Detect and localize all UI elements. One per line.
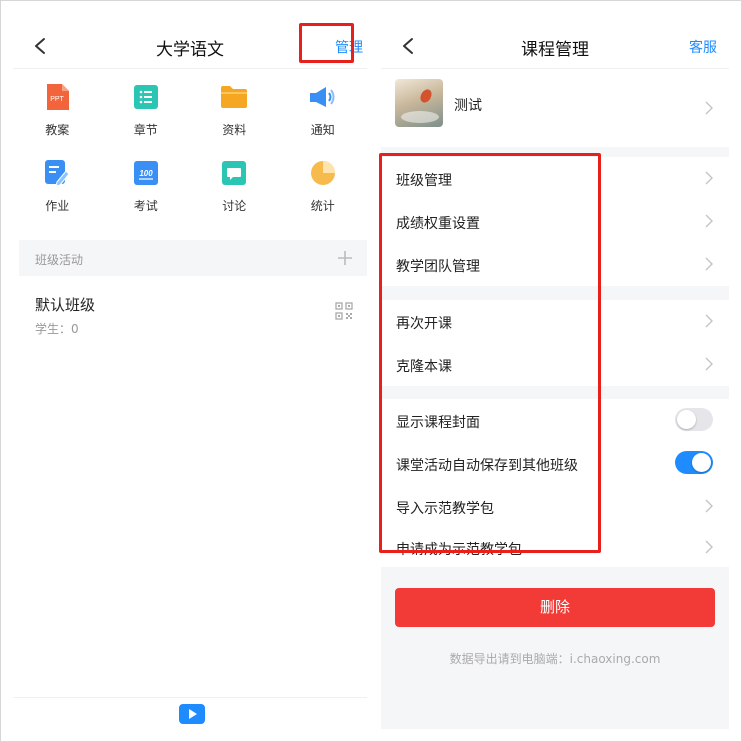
grid-item-materials[interactable]: 资料 — [190, 83, 279, 143]
course-name: 测试 — [454, 98, 482, 114]
chevron-right-icon — [705, 214, 713, 228]
class-activities-header: 班级活动 — [19, 240, 367, 276]
section-title: 班级活动 — [35, 253, 84, 267]
manage-button[interactable]: 管理 — [335, 37, 363, 57]
row-reopen-course[interactable]: 再次开课 — [381, 300, 729, 343]
grid-label: 作业 — [45, 199, 70, 213]
course-card[interactable]: 测试 — [381, 69, 729, 147]
grid-label: 通知 — [310, 123, 335, 137]
plus-icon[interactable] — [335, 248, 355, 268]
grid-label: 教案 — [45, 123, 70, 137]
show-cover-toggle[interactable] — [675, 408, 713, 431]
row-teaching-team[interactable]: 教学团队管理 — [381, 243, 729, 286]
chevron-right-icon — [705, 101, 713, 115]
bottom-bar — [13, 697, 367, 729]
course-management-screen: 课程管理 客服 测试 班级管理 成绩权重设置 教学团队管理 再次开课 克隆本课 … — [381, 11, 729, 729]
student-count: 学生：0 — [35, 322, 79, 336]
qr-code-icon[interactable] — [335, 302, 353, 320]
row-label: 申请成为示范教学包 — [396, 542, 522, 558]
class-list-item[interactable]: 默认班级 学生：0 — [19, 276, 367, 346]
feature-grid: PPT 教案 章节 资料 通知 作业 100 考试 讨论 统计 — [13, 83, 367, 219]
chevron-right-icon — [705, 540, 713, 554]
row-label: 显示课程封面 — [396, 415, 480, 431]
ppt-icon: PPT — [43, 83, 71, 111]
row-import-demo-package[interactable]: 导入示范教学包 — [381, 485, 729, 526]
course-cover-image — [395, 79, 443, 127]
row-label: 成绩权重设置 — [396, 216, 480, 232]
chat-bubble-icon — [220, 159, 248, 187]
megaphone-icon — [309, 83, 337, 111]
chevron-right-icon — [705, 357, 713, 371]
settings-group-1: 班级管理 成绩权重设置 教学团队管理 — [381, 157, 729, 286]
row-clone-course[interactable]: 克隆本课 — [381, 343, 729, 386]
course-home-screen: 大学语文 管理 PPT 教案 章节 资料 通知 作业 100 考试 讨论 统计 … — [13, 11, 367, 729]
grid-item-exam[interactable]: 100 考试 — [102, 159, 191, 219]
row-label: 克隆本课 — [396, 359, 452, 375]
play-icon[interactable] — [179, 704, 205, 724]
exam-score-icon: 100 — [132, 159, 160, 187]
chevron-right-icon — [705, 499, 713, 513]
navbar: 课程管理 客服 — [381, 11, 729, 69]
exam-score-text: 100 — [139, 169, 153, 178]
row-label: 班级管理 — [396, 173, 452, 189]
chapter-list-icon — [132, 83, 160, 111]
grid-item-discussion[interactable]: 讨论 — [190, 159, 279, 219]
grid-label: 考试 — [133, 199, 158, 213]
grid-item-chapters[interactable]: 章节 — [102, 83, 191, 143]
navbar: 大学语文 管理 — [13, 11, 367, 69]
grid-label: 资料 — [222, 123, 247, 137]
row-auto-save: 课堂活动自动保存到其他班级 — [381, 442, 729, 485]
row-show-cover: 显示课程封面 — [381, 399, 729, 442]
auto-save-toggle[interactable] — [675, 451, 713, 474]
export-hint: 数据导出请到电脑端：i.chaoxing.com — [449, 652, 661, 666]
grid-label: 统计 — [310, 199, 335, 213]
chevron-right-icon — [705, 257, 713, 271]
row-label: 课堂活动自动保存到其他班级 — [396, 458, 578, 474]
delete-course-button[interactable]: 删除 — [395, 588, 715, 627]
homework-icon — [43, 159, 71, 187]
grid-label: 讨论 — [222, 199, 247, 213]
row-apply-demo-package[interactable]: 申请成为示范教学包 — [381, 526, 729, 567]
chevron-right-icon — [705, 314, 713, 328]
folder-icon — [220, 83, 248, 111]
pie-chart-icon — [309, 159, 337, 187]
ppt-icon-text: PPT — [50, 96, 64, 103]
row-class-management[interactable]: 班级管理 — [381, 157, 729, 200]
class-name: 默认班级 — [35, 296, 96, 314]
grid-item-homework[interactable]: 作业 — [13, 159, 102, 219]
grid-item-lesson-plan[interactable]: PPT 教案 — [13, 83, 102, 143]
page-title: 大学语文 — [156, 40, 224, 60]
grid-item-statistics[interactable]: 统计 — [279, 159, 368, 219]
settings-group-3: 显示课程封面 课堂活动自动保存到其他班级 导入示范教学包 申请成为示范教学包 — [381, 399, 729, 567]
grid-item-notice[interactable]: 通知 — [279, 83, 368, 143]
chevron-right-icon — [705, 171, 713, 185]
page-title: 课程管理 — [521, 40, 589, 60]
grid-label: 章节 — [133, 123, 158, 137]
customer-service-button[interactable]: 客服 — [689, 37, 717, 57]
settings-group-2: 再次开课 克隆本课 — [381, 300, 729, 386]
row-grade-weight[interactable]: 成绩权重设置 — [381, 200, 729, 243]
row-label: 导入示范教学包 — [396, 501, 494, 517]
screenshot-frame: 大学语文 管理 PPT 教案 章节 资料 通知 作业 100 考试 讨论 统计 … — [0, 0, 742, 742]
row-label: 再次开课 — [396, 316, 452, 332]
row-label: 教学团队管理 — [396, 259, 480, 275]
